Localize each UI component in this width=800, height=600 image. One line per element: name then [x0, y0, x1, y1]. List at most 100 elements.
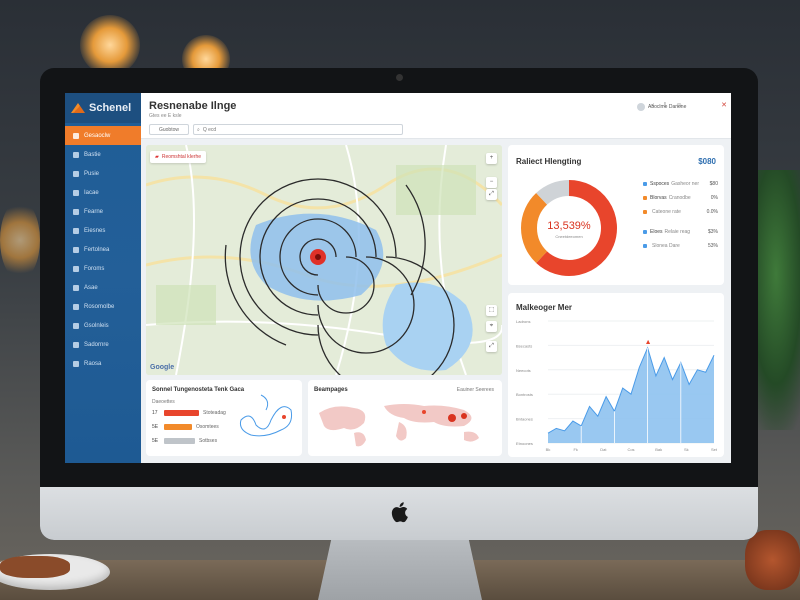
world-card-title: Beampages [314, 387, 348, 393]
food-left [0, 556, 70, 578]
peak-marker: ▲ [645, 339, 652, 346]
sidebar-item[interactable]: Raosa [65, 354, 141, 373]
map-badge[interactable]: ▰ Reomshtal kIerhe [150, 151, 207, 163]
pin-icon: ▰ [155, 154, 159, 160]
sidebar-item-label: Rosomolbe [84, 303, 115, 310]
x-tick-label: Fk [573, 447, 577, 452]
sidebar-item[interactable]: Pusie [65, 164, 141, 183]
map-control-button[interactable]: ⤢ [486, 341, 497, 352]
brand-logo-icon [71, 103, 85, 113]
legend-swatch [643, 182, 647, 186]
nav-icon [73, 341, 79, 348]
legend-value: $3% [707, 229, 718, 235]
x-tick-label: Set [711, 447, 718, 452]
search-icon: ⌕ [197, 126, 200, 133]
legend-value: $80 [709, 181, 718, 187]
nav-icon [73, 208, 79, 215]
sidebar-item[interactable]: Fertolnea [65, 240, 141, 259]
sidebar-item-label: Pusie [84, 170, 100, 177]
y-tick-label: Bontrosts [516, 392, 533, 397]
x-tick-label: Dat [600, 447, 607, 452]
nav-icon [73, 246, 79, 253]
legend-main: Blorvas [650, 195, 667, 201]
bar-card-sub: Daeoettes [152, 399, 175, 405]
pendant-lamp [80, 15, 140, 75]
nav-icon [73, 227, 79, 234]
legend-sub: Relaie reag [664, 229, 691, 235]
legend-label: Blorvas Cranodbe [650, 195, 691, 201]
sidebar-item[interactable]: Sadornre [65, 335, 141, 354]
map-panel[interactable]: ▰ Reomshtal kIerhe + − ⤢ ⬚ ⌖ ⤢ Google [146, 145, 502, 375]
bar-row-label: 17 [152, 410, 158, 416]
sidebar-item[interactable]: Fearne [65, 202, 141, 221]
sidebar-item[interactable]: Eiesnes [65, 221, 141, 240]
filter-button[interactable]: Guobtow [149, 124, 189, 135]
bar-row: 5E Osomtees [152, 424, 219, 430]
y-tick-label: Neecots [516, 368, 531, 373]
legend-label: Cateone rate [650, 209, 681, 215]
bar [164, 424, 192, 430]
avatar [637, 102, 645, 111]
legend-row: Cateone rate 0.0% [643, 209, 718, 215]
donut-slice [536, 180, 570, 205]
world-hotspot [422, 410, 426, 414]
x-tick-label: Bak [655, 447, 662, 452]
map-control-button[interactable]: + [486, 153, 497, 164]
map-control-button[interactable]: ⤢ [486, 189, 497, 200]
map-control-button[interactable]: ⌖ [486, 321, 497, 332]
sidebar-item[interactable]: Bastie [65, 145, 141, 164]
bar-list-card: Sonnel Tungenosteta Tenk Gaca Daeoettes … [146, 380, 302, 456]
brand[interactable]: Schenel [65, 93, 141, 123]
bar [164, 410, 199, 416]
legend-sub: Gasheor ner [671, 181, 699, 187]
sidebar-item-label: Fearne [84, 208, 104, 215]
sidebar-item[interactable]: Foroms [65, 259, 141, 278]
user-menu[interactable]: Aboclme Danone [637, 101, 717, 112]
nav-icon [73, 322, 79, 329]
donut-slice [521, 193, 548, 263]
y-tick-label: Ladrons [516, 319, 530, 324]
bar-row-text: Sotbses [199, 438, 218, 444]
world-hotspot [461, 413, 467, 419]
map-control-button[interactable]: − [486, 177, 497, 188]
y-tick-label: Etnoones [516, 441, 533, 446]
world-map [319, 404, 479, 447]
monitor-stand [318, 540, 482, 600]
donut-center-label: 13,539% [547, 220, 591, 232]
sidebar-item-label: Bastie [84, 151, 101, 158]
donut-chart: 13,539% Cneetdeeomen [521, 180, 617, 276]
sidebar-item[interactable]: Gesaoclw [65, 126, 141, 145]
search-placeholder: Q ecd [202, 126, 217, 133]
legend-sub: Slonea Dare [652, 243, 680, 249]
app-screen: Schenel Gesaoclw Bastie Pusie Iacae Fearne Ei… [65, 93, 731, 463]
area-chart: Ladrons Bsecasts Neecots Bontrosts Bntaones E… [516, 319, 718, 452]
nav-icon [73, 360, 79, 367]
legend-swatch [643, 196, 647, 200]
sidebar-item-label: Gsolnleis [84, 322, 109, 329]
map-canvas[interactable] [146, 145, 502, 375]
map-control-button[interactable]: ⬚ [486, 305, 497, 316]
world-map-card: Beampages Eauiner Seerees [308, 380, 502, 456]
sidebar-item[interactable]: Gsolnleis [65, 316, 141, 335]
world-card-sub: Eauiner Seerees [456, 387, 494, 393]
webcam [396, 74, 403, 81]
legend-value: 0% [710, 195, 718, 201]
donut-center-sub: Cneetdeeomen [555, 234, 582, 239]
bar-row-label: 5E [152, 438, 159, 444]
close-icon[interactable]: ✕ [721, 101, 727, 109]
legend-row: Blorvas Cranodbe 0% [643, 195, 718, 201]
sidebar-item[interactable]: Asae [65, 278, 141, 297]
map-badge-label: Reomshtal kIerhe [161, 154, 202, 160]
nav-icon [73, 132, 79, 139]
sidebar-item[interactable]: Rosomolbe [65, 297, 141, 316]
y-tick-label: Bntaones [516, 417, 533, 422]
nav-icon [73, 189, 79, 196]
donut-chart-card: Raliect Hlengting $080 13,539% Cneetdeeo… [508, 145, 724, 285]
search-input[interactable]: ⌕ Q ecd [193, 124, 403, 135]
legend-value: 53% [707, 243, 718, 249]
sidebar-item-label: Fertolnea [84, 246, 110, 253]
bar-row-text: Stoteadag [203, 410, 226, 416]
x-tick-label: Sk [684, 447, 689, 452]
sidebar-item[interactable]: Iacae [65, 183, 141, 202]
legend-swatch [643, 210, 647, 214]
